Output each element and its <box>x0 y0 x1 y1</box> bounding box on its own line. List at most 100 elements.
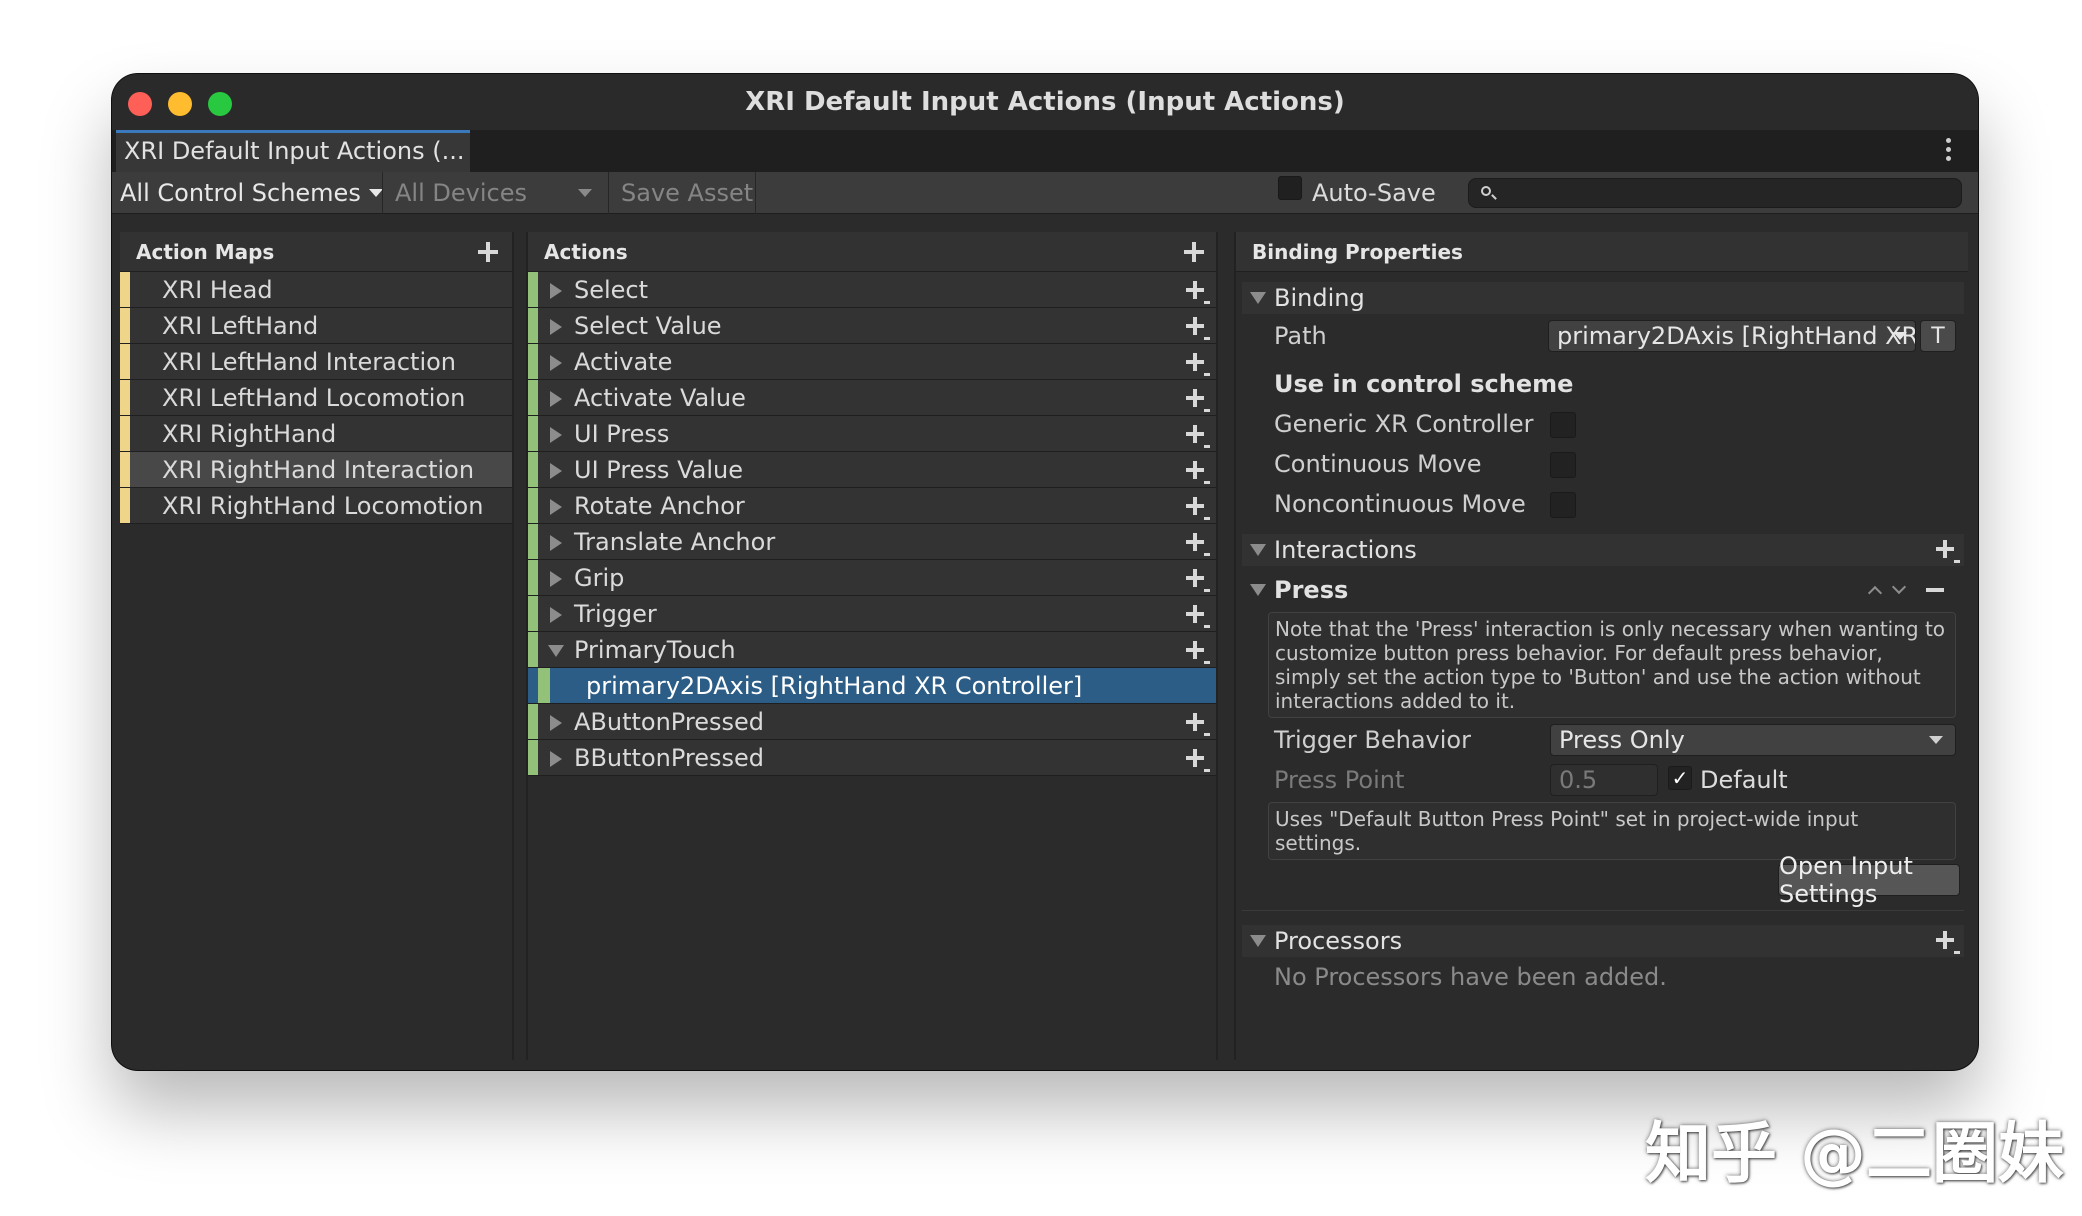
remove-interaction-icon[interactable] <box>1926 588 1944 592</box>
actions-header: Actions <box>528 232 1216 272</box>
maximize-window-button[interactable] <box>208 92 232 116</box>
chevron-down-icon <box>1893 332 1907 340</box>
add-processor-icon[interactable] <box>1936 931 1960 954</box>
action-item[interactable]: UI Press <box>528 416 1216 452</box>
action-item[interactable]: Select Value <box>528 308 1216 344</box>
action-map-item[interactable]: XRI LeftHand <box>120 308 512 344</box>
collapse-arrow-icon[interactable] <box>548 645 564 657</box>
trigger-behavior-row: Trigger Behavior Press Only <box>1242 720 1964 760</box>
devices-dropdown[interactable]: All Devices <box>382 172 604 214</box>
actions-title: Actions <box>544 239 628 264</box>
press-point-value: 0.5 <box>1559 766 1598 794</box>
add-action-map-icon[interactable] <box>478 242 498 262</box>
action-item[interactable]: Grip <box>528 560 1216 596</box>
add-interaction-icon[interactable] <box>1936 540 1960 563</box>
add-binding-icon[interactable] <box>1186 497 1210 520</box>
default-label: Default <box>1700 766 1788 794</box>
action-item[interactable]: Rotate Anchor <box>528 488 1216 524</box>
expand-arrow-icon[interactable] <box>550 355 562 371</box>
add-binding-icon[interactable] <box>1186 425 1210 448</box>
action-label: Trigger <box>574 599 657 628</box>
tab-input-actions[interactable]: XRI Default Input Actions (... <box>116 130 470 172</box>
press-point-input[interactable]: 0.5 <box>1550 764 1658 796</box>
action-item[interactable]: Activate Value <box>528 380 1216 416</box>
press-help-note: Note that the 'Press' interaction is onl… <box>1268 612 1956 718</box>
binding-item-selected[interactable]: primary2DAxis [RightHand XR Controller] <box>528 668 1216 704</box>
close-window-button[interactable] <box>128 92 152 116</box>
processors-section-header[interactable]: Processors <box>1242 925 1964 957</box>
expand-arrow-icon[interactable] <box>550 463 562 479</box>
action-item[interactable]: BButtonPressed <box>528 740 1216 776</box>
add-binding-icon[interactable] <box>1186 281 1210 304</box>
add-binding-icon[interactable] <box>1186 749 1210 772</box>
window-title: XRI Default Input Actions (Input Actions… <box>745 87 1345 117</box>
action-map-item[interactable]: XRI Head <box>120 272 512 308</box>
action-map-item[interactable]: XRI LeftHand Interaction <box>120 344 512 380</box>
action-item[interactable]: Activate <box>528 344 1216 380</box>
action-maps-header: Action Maps <box>120 232 512 272</box>
save-asset-button[interactable]: Save Asset <box>608 172 756 214</box>
expand-arrow-icon[interactable] <box>550 499 562 515</box>
scheme-checkbox[interactable] <box>1550 412 1576 438</box>
auto-save-toggle[interactable]: Auto-Save <box>1278 172 1436 214</box>
path-dropdown[interactable]: primary2DAxis [RightHand XR <box>1548 320 1916 352</box>
add-action-icon[interactable] <box>1184 242 1204 262</box>
collapse-arrow-icon[interactable] <box>1250 544 1266 556</box>
search-input[interactable] <box>1468 178 1962 208</box>
scheme-checkbox[interactable] <box>1550 492 1576 518</box>
scheme-checkbox[interactable] <box>1550 452 1576 478</box>
no-processors-text: No Processors have been added. <box>1274 963 1667 991</box>
add-binding-icon[interactable] <box>1186 461 1210 484</box>
collapse-arrow-icon[interactable] <box>1250 935 1266 947</box>
action-label: Select <box>574 275 649 304</box>
move-up-icon[interactable] <box>1867 585 1883 601</box>
trigger-behavior-dropdown[interactable]: Press Only <box>1550 724 1956 756</box>
add-binding-icon[interactable] <box>1186 353 1210 376</box>
expand-arrow-icon[interactable] <box>550 427 562 443</box>
action-map-item[interactable]: XRI RightHand Locomotion <box>120 488 512 524</box>
expand-arrow-icon[interactable] <box>550 571 562 587</box>
add-binding-icon[interactable] <box>1186 713 1210 736</box>
search-icon <box>1481 186 1491 196</box>
more-options-icon[interactable] <box>1946 138 1952 165</box>
auto-save-checkbox[interactable] <box>1278 176 1302 200</box>
default-checkbox-checked[interactable]: ✓ <box>1668 766 1692 790</box>
add-binding-icon[interactable] <box>1186 317 1210 340</box>
action-item[interactable]: UI Press Value <box>528 452 1216 488</box>
action-map-item[interactable]: XRI RightHand <box>120 416 512 452</box>
open-input-settings-button[interactable]: Open Input Settings <box>1778 852 1960 908</box>
control-scheme-heading-row: Use in control scheme <box>1242 364 1964 404</box>
expand-arrow-icon[interactable] <box>550 607 562 623</box>
action-item[interactable]: Select <box>528 272 1216 308</box>
input-actions-window: XRI Default Input Actions (Input Actions… <box>112 74 1978 1070</box>
add-binding-icon[interactable] <box>1186 605 1210 628</box>
control-scheme-dropdown[interactable]: All Control Schemes <box>120 172 383 214</box>
action-map-item-selected[interactable]: XRI RightHand Interaction <box>120 452 512 488</box>
expand-arrow-icon[interactable] <box>550 391 562 407</box>
collapse-arrow-icon[interactable] <box>1250 292 1266 304</box>
action-label: Translate Anchor <box>574 527 776 556</box>
press-interaction-header[interactable]: Press <box>1242 574 1964 606</box>
move-down-icon[interactable] <box>1891 579 1907 595</box>
expand-arrow-icon[interactable] <box>550 535 562 551</box>
add-binding-icon[interactable] <box>1186 641 1210 664</box>
expand-arrow-icon[interactable] <box>550 283 562 299</box>
minimize-window-button[interactable] <box>168 92 192 116</box>
action-map-label: XRI Head <box>162 275 273 304</box>
add-binding-icon[interactable] <box>1186 533 1210 556</box>
chevron-down-icon <box>1929 736 1943 744</box>
action-map-item[interactable]: XRI LeftHand Locomotion <box>120 380 512 416</box>
text-mode-button[interactable]: T <box>1920 320 1956 352</box>
expand-arrow-icon[interactable] <box>550 751 562 767</box>
action-item-expanded[interactable]: PrimaryTouch <box>528 632 1216 668</box>
expand-arrow-icon[interactable] <box>550 715 562 731</box>
add-binding-icon[interactable] <box>1186 569 1210 592</box>
interactions-section-header[interactable]: Interactions <box>1242 534 1964 566</box>
binding-section-header[interactable]: Binding <box>1242 282 1964 314</box>
add-binding-icon[interactable] <box>1186 389 1210 412</box>
action-item[interactable]: Translate Anchor <box>528 524 1216 560</box>
expand-arrow-icon[interactable] <box>550 319 562 335</box>
action-item[interactable]: Trigger <box>528 596 1216 632</box>
collapse-arrow-icon[interactable] <box>1250 584 1266 596</box>
action-item[interactable]: AButtonPressed <box>528 704 1216 740</box>
